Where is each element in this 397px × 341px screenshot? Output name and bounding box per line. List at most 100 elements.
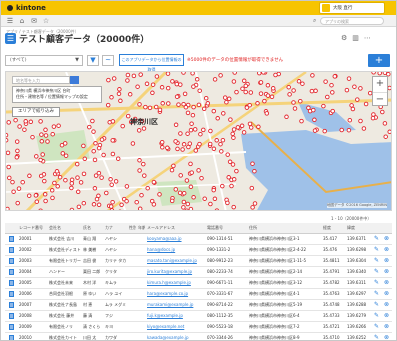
map-marker[interactable]	[226, 175, 231, 180]
map-marker[interactable]	[220, 137, 226, 143]
map-marker[interactable]	[329, 82, 334, 88]
map-marker[interactable]	[199, 175, 204, 181]
map-marker[interactable]	[380, 109, 385, 115]
map-marker[interactable]	[42, 178, 47, 184]
map-marker[interactable]	[56, 123, 61, 128]
map-marker[interactable]	[181, 205, 186, 210]
map-marker[interactable]	[323, 79, 328, 84]
map-marker[interactable]	[371, 72, 376, 75]
gear-icon[interactable]: ⚙	[341, 34, 347, 42]
map-marker[interactable]	[191, 104, 196, 110]
map-marker[interactable]	[23, 119, 28, 124]
map-marker[interactable]	[196, 168, 201, 173]
map-marker[interactable]	[120, 123, 125, 129]
map-marker[interactable]	[252, 168, 257, 174]
map-marker[interactable]	[125, 78, 130, 83]
map-marker[interactable]	[258, 91, 264, 96]
map-marker[interactable]	[310, 73, 315, 78]
record-detail-icon[interactable]	[5, 277, 17, 289]
map-marker[interactable]	[264, 111, 270, 116]
table-cell[interactable]: hara@example.co.jp	[145, 288, 205, 300]
map-marker[interactable]	[137, 158, 142, 163]
map-marker[interactable]	[169, 198, 175, 204]
map-marker[interactable]	[115, 156, 121, 161]
table-row[interactable]: 20003 有限会社トリガー 吉田 俊カリテ タカ masato.tani@examp…	[5, 255, 392, 267]
kintone-logo[interactable]: kintone	[7, 3, 46, 13]
map-marker[interactable]	[225, 152, 230, 157]
map-marker[interactable]	[234, 168, 239, 174]
map-marker[interactable]	[201, 106, 207, 112]
view-select[interactable]: (すべて) ▼	[5, 55, 83, 66]
map-marker[interactable]	[110, 119, 116, 124]
map-marker[interactable]	[175, 146, 180, 152]
map-marker[interactable]	[219, 149, 224, 154]
table-cell[interactable]: hana@docs.jp	[145, 244, 205, 256]
map-marker[interactable]	[7, 175, 12, 181]
map-marker[interactable]	[273, 72, 278, 78]
map-marker[interactable]	[33, 193, 39, 198]
map-marker[interactable]	[181, 199, 187, 205]
map-marker[interactable]	[296, 79, 302, 84]
map-marker[interactable]	[215, 116, 220, 121]
map-marker[interactable]	[14, 155, 20, 160]
map-marker[interactable]	[43, 127, 48, 133]
table-row[interactable]: 20004 ハンドー 栗田 二郎 クリタ jiro.kurita@example.jp 0…	[5, 266, 392, 278]
record-detail-icon[interactable]	[5, 266, 17, 278]
map-marker[interactable]	[118, 209, 122, 211]
map-marker[interactable]	[247, 121, 253, 127]
map-marker[interactable]	[178, 173, 183, 178]
map-marker[interactable]	[214, 138, 219, 143]
map-marker[interactable]	[363, 101, 369, 107]
map-marker[interactable]	[387, 85, 392, 91]
map-marker[interactable]	[322, 128, 327, 134]
map-marker[interactable]	[45, 139, 50, 144]
map-marker[interactable]	[177, 190, 183, 196]
map-marker[interactable]	[124, 184, 130, 189]
map-marker[interactable]	[286, 84, 291, 90]
map-marker[interactable]	[265, 93, 271, 98]
map-search-button[interactable]	[70, 76, 79, 84]
map-marker[interactable]	[143, 104, 148, 110]
map-marker[interactable]	[225, 200, 230, 206]
table-row[interactable]: 20002 株式会社ディスト林 美樹 ハヤシ hana@docs.jp 090-1331…	[5, 244, 392, 256]
map-marker[interactable]	[141, 161, 146, 167]
table-cell[interactable]: jiro.kurita@example.jp	[145, 266, 205, 278]
map-marker[interactable]	[14, 139, 20, 144]
column-header[interactable]: メールアドレス	[145, 223, 205, 234]
map-marker[interactable]	[194, 77, 200, 82]
map-marker[interactable]	[344, 87, 350, 93]
map-marker[interactable]	[109, 95, 114, 100]
map-marker[interactable]	[11, 189, 16, 194]
map-marker[interactable]	[57, 174, 63, 180]
map-marker[interactable]	[137, 102, 142, 107]
map-marker[interactable]	[63, 153, 69, 158]
column-header[interactable]: 会社名	[47, 223, 81, 234]
location-map[interactable]: 地名等を入力 神奈川県 横浜市神奈川区 台町 住所・建物名等 / 位置情報マップ…	[5, 71, 392, 211]
map-marker[interactable]	[173, 139, 178, 144]
map-marker[interactable]	[63, 177, 68, 183]
map-marker[interactable]	[212, 77, 218, 82]
map-marker[interactable]	[382, 121, 388, 126]
delete-icon[interactable]: ⊗	[382, 321, 392, 333]
map-marker[interactable]	[265, 83, 271, 88]
add-record-button[interactable]: +	[368, 54, 390, 67]
map-marker[interactable]	[228, 117, 233, 122]
map-marker[interactable]	[224, 99, 229, 105]
map-marker[interactable]	[39, 139, 45, 144]
column-header[interactable]: 氏名	[81, 223, 103, 234]
table-cell[interactable]: murakami@example.jp	[145, 299, 205, 311]
map-marker[interactable]	[255, 101, 260, 106]
map-marker[interactable]	[151, 179, 157, 185]
map-marker[interactable]	[43, 133, 49, 138]
map-marker[interactable]	[188, 127, 194, 133]
map-marker[interactable]	[144, 81, 150, 87]
map-marker[interactable]	[157, 107, 163, 113]
map-marker[interactable]	[311, 107, 316, 113]
map-marker[interactable]	[10, 179, 15, 185]
map-marker[interactable]	[309, 88, 315, 94]
map-marker[interactable]	[218, 141, 223, 147]
map-marker[interactable]	[166, 101, 171, 106]
map-marker[interactable]	[82, 156, 88, 162]
map-marker[interactable]	[349, 103, 354, 108]
map-marker[interactable]	[34, 199, 40, 204]
